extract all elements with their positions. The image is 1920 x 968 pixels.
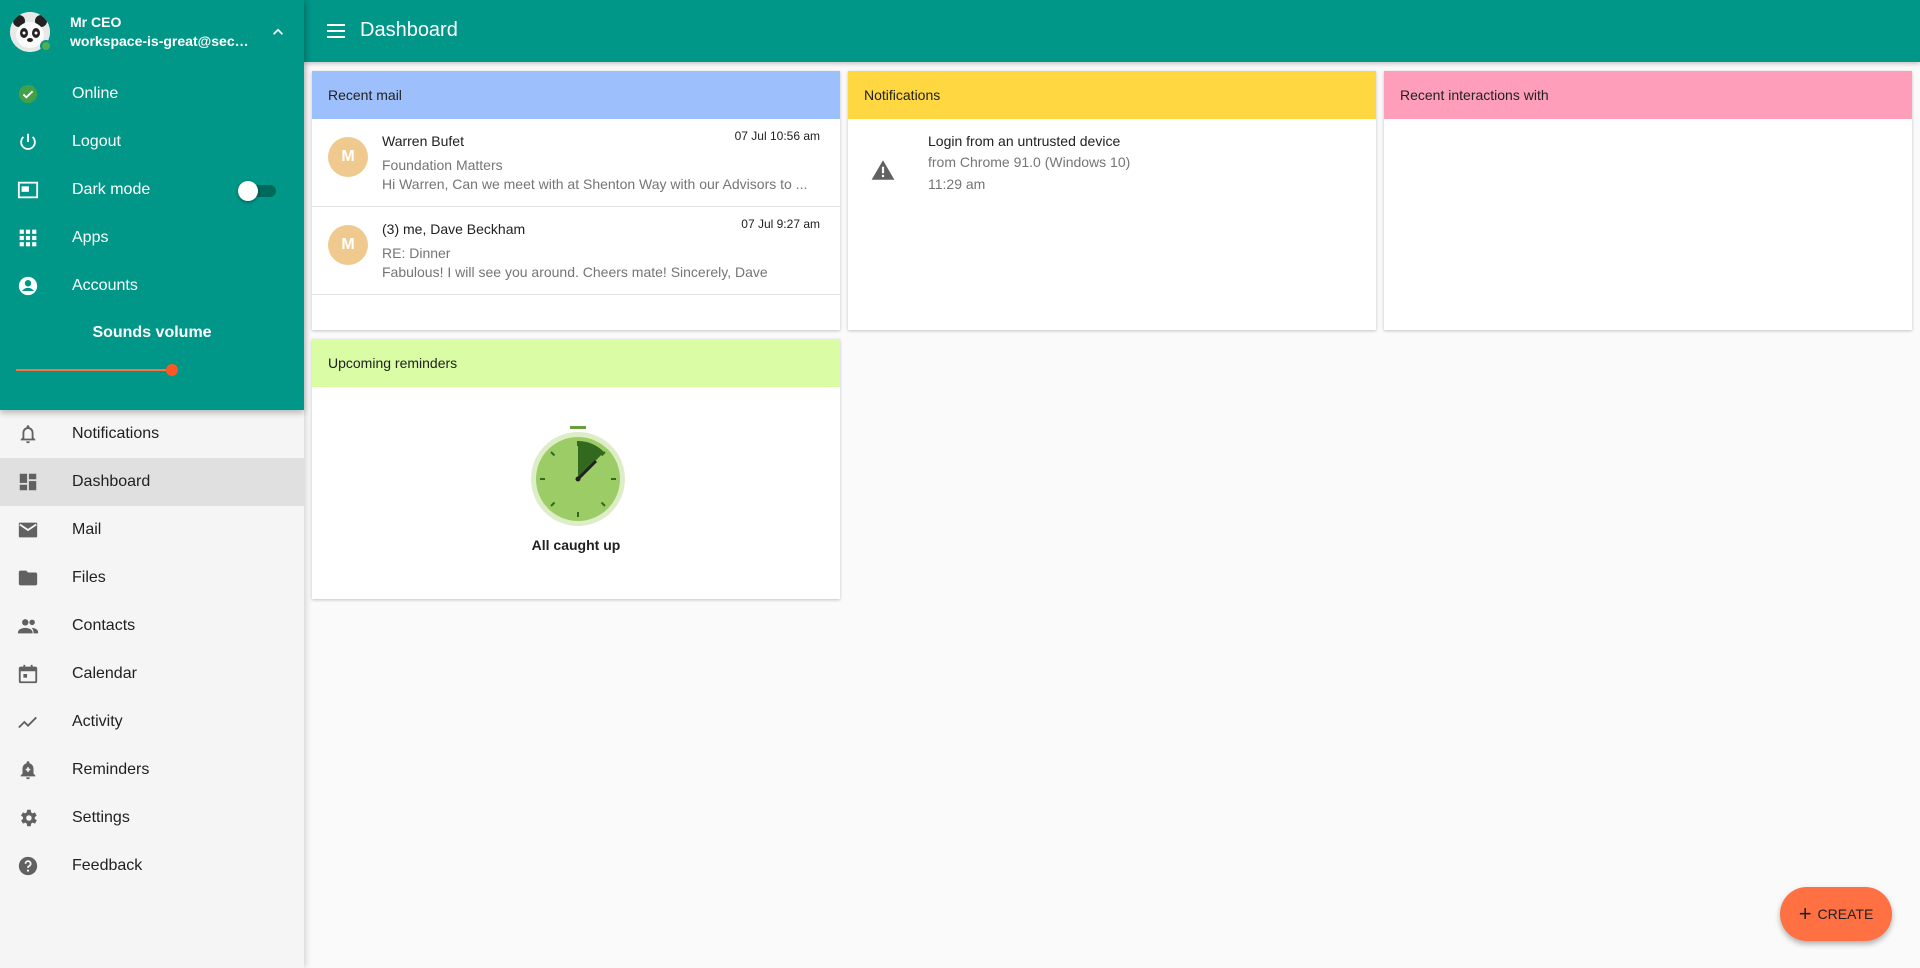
notification-source: from Chrome 91.0 (Windows 10) [928, 154, 1131, 170]
mail-preview: Hi Warren, Can we meet with at Shenton W… [382, 176, 808, 192]
sender-avatar: M [328, 137, 368, 177]
profile-header[interactable]: Mr CEO workspace-is-great@secur... [0, 0, 304, 64]
nav-item-dashboard[interactable]: Dashboard [0, 458, 304, 506]
warning-icon [871, 160, 895, 180]
gear-icon [16, 806, 40, 830]
nav-item-label: Calendar [72, 665, 137, 682]
menu-item-label: Dark mode [72, 181, 151, 198]
plus-icon: + [1798, 901, 1812, 926]
chevron-up-icon[interactable] [268, 22, 288, 42]
help-icon [16, 854, 40, 878]
create-button-label: CREATE [1817, 906, 1874, 922]
menu-item-logout[interactable]: Logout [0, 118, 304, 166]
check-circle-icon [16, 82, 40, 106]
nav-item-label: Contacts [72, 617, 136, 634]
nav-item-label: Files [72, 569, 106, 586]
mail-sender: Warren Bufet [382, 133, 464, 149]
notifications-card: Notifications Login from an untrusted de… [848, 71, 1376, 330]
avatar [10, 12, 52, 52]
page-title: Dashboard [360, 19, 458, 41]
main-nav: Notifications Dashboard Mail Files Conta… [0, 410, 304, 890]
sounds-volume-label: Sounds volume [92, 324, 212, 341]
nav-item-label: Settings [72, 809, 130, 826]
notification-title: Login from an untrusted device [928, 133, 1121, 149]
stopwatch-icon [531, 426, 625, 526]
mail-subject: Foundation Matters [382, 157, 503, 173]
nav-item-settings[interactable]: Settings [0, 794, 304, 842]
notification-time: 11:29 am [928, 176, 986, 192]
menu-item-label: Logout [72, 133, 121, 150]
card-title: Notifications [848, 71, 1376, 119]
account-panel: Mr CEO workspace-is-great@secur... Onlin… [0, 0, 304, 410]
mail-sender: (3) me, Dave Beckham [382, 221, 526, 237]
card-title: Upcoming reminders [312, 339, 840, 387]
power-icon [16, 130, 40, 154]
trending-icon [16, 710, 40, 734]
sender-avatar: M [328, 225, 368, 265]
mail-icon [16, 518, 40, 542]
account-circle-icon [16, 274, 40, 298]
nav-item-files[interactable]: Files [0, 554, 304, 602]
menu-icon[interactable] [324, 19, 348, 43]
mail-subject: RE: Dinner [382, 245, 451, 261]
menu-item-accounts[interactable]: Accounts [0, 262, 304, 310]
nav-item-label: Mail [72, 521, 102, 538]
nav-item-mail[interactable]: Mail [0, 506, 304, 554]
picture-in-picture-icon [16, 178, 40, 202]
dark-mode-toggle[interactable] [238, 181, 276, 201]
nav-item-notifications[interactable]: Notifications [0, 410, 304, 458]
people-icon [16, 614, 40, 638]
recent-mail-card: Recent mail M Warren Bufet 07 Jul 10:56 … [312, 71, 840, 330]
recent-interactions-card: Recent interactions with [1384, 71, 1912, 330]
mail-date: 07 Jul 10:56 am [734, 129, 820, 143]
calendar-icon [16, 662, 40, 686]
menu-item-apps[interactable]: Apps [0, 214, 304, 262]
nav-item-label: Activity [72, 713, 123, 730]
menu-item-label: Accounts [72, 277, 138, 294]
menu-item-online[interactable]: Online [0, 70, 304, 118]
card-title: Recent interactions with [1384, 71, 1912, 119]
app-bar: Dashboard [304, 0, 1920, 62]
nav-item-label: Dashboard [72, 473, 151, 490]
menu-item-label: Online [72, 85, 119, 102]
folder-icon [16, 566, 40, 590]
mail-date: 07 Jul 9:27 am [741, 217, 820, 231]
create-button[interactable]: + CREATE [1780, 887, 1892, 941]
nav-item-feedback[interactable]: Feedback [0, 842, 304, 890]
card-title: Recent mail [312, 71, 840, 119]
nav-item-label: Reminders [72, 761, 150, 778]
alarm-bell-icon [16, 758, 40, 782]
mail-preview: Fabulous! I will see you around. Cheers … [382, 264, 768, 280]
upcoming-reminders-card: Upcoming reminders All caught up [312, 339, 840, 599]
menu-item-label: Apps [72, 229, 109, 246]
dashboard-icon [16, 470, 40, 494]
profile-email: workspace-is-great@secur... [70, 33, 250, 49]
nav-item-label: Notifications [72, 425, 160, 442]
nav-item-calendar[interactable]: Calendar [0, 650, 304, 698]
online-status-dot [40, 40, 52, 52]
empty-state-text: All caught up [531, 537, 621, 553]
nav-item-label: Feedback [72, 857, 143, 874]
nav-item-reminders[interactable]: Reminders [0, 746, 304, 794]
nav-item-activity[interactable]: Activity [0, 698, 304, 746]
mail-list-item[interactable]: M (3) me, Dave Beckham 07 Jul 9:27 am RE… [312, 207, 840, 295]
mail-list-item[interactable]: M Warren Bufet 07 Jul 10:56 am Foundatio… [312, 119, 840, 207]
sounds-volume-slider[interactable] [16, 360, 178, 380]
toggle-knob [238, 181, 258, 201]
sidebar: Mr CEO workspace-is-great@secur... Onlin… [0, 0, 304, 968]
bell-icon [16, 422, 40, 446]
slider-track [16, 369, 172, 371]
nav-item-contacts[interactable]: Contacts [0, 602, 304, 650]
slider-thumb[interactable] [166, 364, 178, 376]
profile-name: Mr CEO [70, 14, 122, 30]
apps-grid-icon [16, 226, 40, 250]
